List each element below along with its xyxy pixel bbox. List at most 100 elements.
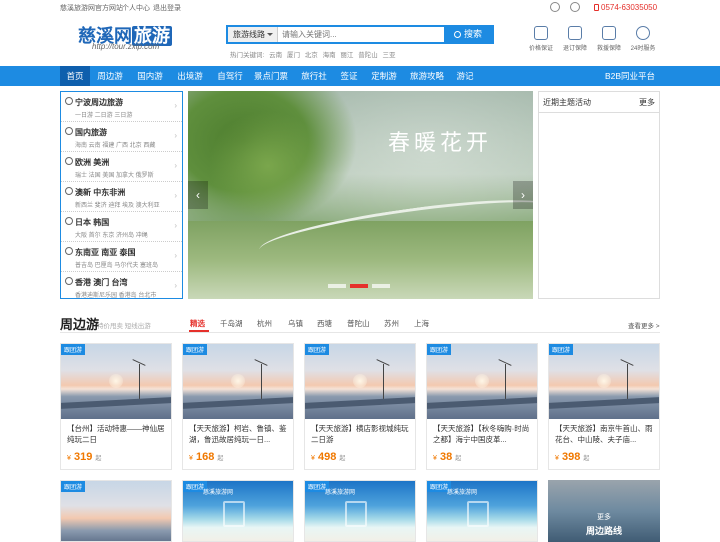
product-card[interactable]: 跟团游 【台州】活动特惠——神仙居纯玩二日 ¥ 319 起: [60, 343, 172, 470]
search-icon: [453, 31, 461, 38]
tab-suzhou[interactable]: 苏州: [384, 318, 399, 329]
nav-tickets[interactable]: 景点门票: [250, 66, 292, 86]
product-name[interactable]: 【天天旅游】柯岩、鲁镇、鉴湖，鲁迅故居纯玩一日...: [189, 423, 289, 447]
price-suffix: 起: [217, 456, 224, 462]
sun: [597, 374, 611, 388]
product-card[interactable]: 跟团游 【天天旅游】柯岩、鲁镇、鉴湖，鲁迅故居纯玩一日... ¥ 168 起: [182, 343, 294, 470]
section-subtitle: 特价甩卖 短线出游: [97, 323, 151, 330]
product-card[interactable]: 跟团游 慈溪旅游网: [182, 480, 294, 542]
logo-url: http://tour.zxip.com: [92, 42, 160, 51]
hot-keyword[interactable]: 北京: [305, 52, 318, 59]
product-image: 跟团游: [61, 344, 171, 419]
wechat-icon[interactable]: [570, 2, 580, 12]
section-title: 周边游: [60, 317, 100, 332]
category-title: 东南亚 南亚 泰国: [75, 248, 136, 257]
product-name[interactable]: 【天天旅游】【秋冬嗨购·时尚之都】海宁中国皮革...: [433, 423, 533, 447]
product-card[interactable]: 跟团游 【天天旅游】【秋冬嗨购·时尚之都】海宁中国皮革... ¥ 38 起: [426, 343, 538, 470]
nav-domestic[interactable]: 国内游: [132, 66, 168, 86]
more-routes-label: 周边路线: [585, 526, 622, 536]
search-input[interactable]: [282, 28, 442, 41]
product-name[interactable]: 【天天旅游】南京牛首山、雨花台、中山陵、夫子庙...: [555, 423, 655, 447]
currency: ¥: [189, 455, 193, 462]
product-card[interactable]: 跟团游 【天天旅游】南京牛首山、雨花台、中山陵、夫子庙... ¥ 398 起: [548, 343, 660, 470]
seawall: [183, 397, 293, 409]
price-value: 38: [439, 451, 453, 463]
product-card[interactable]: 跟团游 【天天旅游】横店影视城纯玩二日游 ¥ 498 起: [304, 343, 416, 470]
product-card[interactable]: 跟团游 慈溪旅游网: [426, 480, 538, 542]
nav-b2b[interactable]: B2B同业平台: [600, 66, 660, 86]
top-bar: 慈溪旅游网官方网站 个人中心 退出登录 0574-63035050: [0, 0, 720, 14]
nav-guides[interactable]: 旅游攻略: [406, 66, 448, 86]
search-button-label: 搜索: [463, 29, 482, 39]
product-name[interactable]: 【天天旅游】横店影视城纯玩二日游: [311, 423, 411, 447]
phone-text: 0574-63035050: [601, 3, 658, 12]
nav-visa[interactable]: 签证: [336, 66, 362, 86]
category-item[interactable]: 宁波周边旅游 一日游 二日游 三日游 ›: [61, 92, 182, 122]
product-name[interactable]: 【台州】活动特惠——神仙居纯玩二日: [67, 423, 167, 447]
badge-price: 价格保证: [526, 26, 556, 52]
product-card[interactable]: 跟团游 慈溪旅游网: [304, 480, 416, 542]
nav-self-drive[interactable]: 自驾行: [212, 66, 248, 86]
category-sub: 新西兰 斐济 迪拜 埃及 澳大利亚: [75, 203, 160, 209]
category-sub: 大阪 首尔 东京 济州岛 冲绳: [75, 233, 148, 239]
hot-keyword[interactable]: 厦门: [287, 52, 300, 59]
tab-xitang[interactable]: 西塘: [317, 318, 332, 329]
section-divider: [60, 332, 660, 333]
activity-more-link[interactable]: 更多: [639, 97, 655, 108]
banner-dot[interactable]: [328, 284, 346, 288]
location-icon: [65, 247, 73, 255]
category-item[interactable]: 东南亚 南亚 泰国 普吉岛 巴厘岛 马尔代夫 塞班岛 ›: [61, 242, 182, 272]
category-title: 欧洲 美洲: [75, 158, 110, 167]
tab-featured[interactable]: 精选: [190, 318, 205, 329]
hot-keyword[interactable]: 丽江: [340, 52, 353, 59]
more-label: 更多: [597, 514, 611, 521]
product-price: ¥ 319 起: [67, 451, 101, 463]
banner-next-button[interactable]: ›: [513, 181, 533, 209]
tab-hangzhou[interactable]: 杭州: [257, 318, 272, 329]
divider: [539, 112, 659, 113]
weibo-icon[interactable]: [550, 2, 560, 12]
watermark-icon: [345, 501, 367, 527]
view-more-link[interactable]: 查看更多 >: [628, 320, 660, 330]
category-item[interactable]: 欧洲 美洲 瑞士 法国 美国 加拿大 俄罗斯 ›: [61, 152, 182, 182]
nav-home[interactable]: 首页: [60, 66, 90, 86]
hot-keyword[interactable]: 普陀山: [358, 52, 378, 59]
hot-keyword[interactable]: 云南: [269, 52, 282, 59]
nav-outbound[interactable]: 出境游: [172, 66, 208, 86]
search-type-select[interactable]: 旅游线路: [228, 27, 278, 42]
category-item[interactable]: 香港 澳门 台湾 香港迪斯尼乐园 香港岛 台北市 ›: [61, 272, 182, 302]
banner-prev-button[interactable]: ‹: [188, 181, 208, 209]
banner-dot[interactable]: [350, 284, 368, 288]
hot-keyword[interactable]: 海南: [323, 52, 336, 59]
watermark-icon: [223, 501, 245, 527]
nav-agencies[interactable]: 旅行社: [296, 66, 332, 86]
hot-keyword[interactable]: 三亚: [383, 52, 396, 59]
active-tab-indicator: [189, 330, 209, 332]
more-routes-card[interactable]: 更多 周边路线: [548, 480, 660, 542]
badge-label: 退订保障: [562, 46, 587, 52]
location-icon: [65, 157, 73, 165]
tab-putuoshan[interactable]: 普陀山: [347, 318, 370, 329]
logout-link[interactable]: 退出登录: [153, 3, 181, 13]
chevron-right-icon: ›: [174, 191, 177, 200]
nav-nearby[interactable]: 周边游: [92, 66, 128, 86]
hero-banner[interactable]: 春暖花开 ‹ ›: [188, 91, 533, 299]
category-item[interactable]: 日本 韩国 大阪 首尔 东京 济州岛 冲绳 ›: [61, 212, 182, 242]
currency: ¥: [433, 455, 437, 462]
product-card[interactable]: 跟团游: [60, 480, 172, 542]
product-tag: 跟团游: [549, 344, 574, 355]
tab-wuzhen[interactable]: 乌镇: [288, 318, 303, 329]
tab-shanghai[interactable]: 上海: [414, 318, 429, 329]
badge-refund: 退订保障: [560, 26, 590, 52]
category-item[interactable]: 国内旅游 海南 云南 福建 广西 北京 西藏 ›: [61, 122, 182, 152]
nav-travelogue[interactable]: 游记: [452, 66, 478, 86]
sun: [475, 374, 489, 388]
search-button[interactable]: 搜索: [444, 27, 492, 42]
tab-qiandaohu[interactable]: 千岛湖: [220, 318, 243, 329]
category-item[interactable]: 澳新 中东非洲 新西兰 斐济 迪拜 埃及 澳大利亚 ›: [61, 182, 182, 212]
user-center-link[interactable]: 个人中心: [122, 3, 150, 13]
product-price: ¥ 498 起: [311, 451, 345, 463]
nav-custom[interactable]: 定制游: [366, 66, 402, 86]
product-image: 跟团游: [305, 344, 415, 419]
banner-dot[interactable]: [372, 284, 390, 288]
